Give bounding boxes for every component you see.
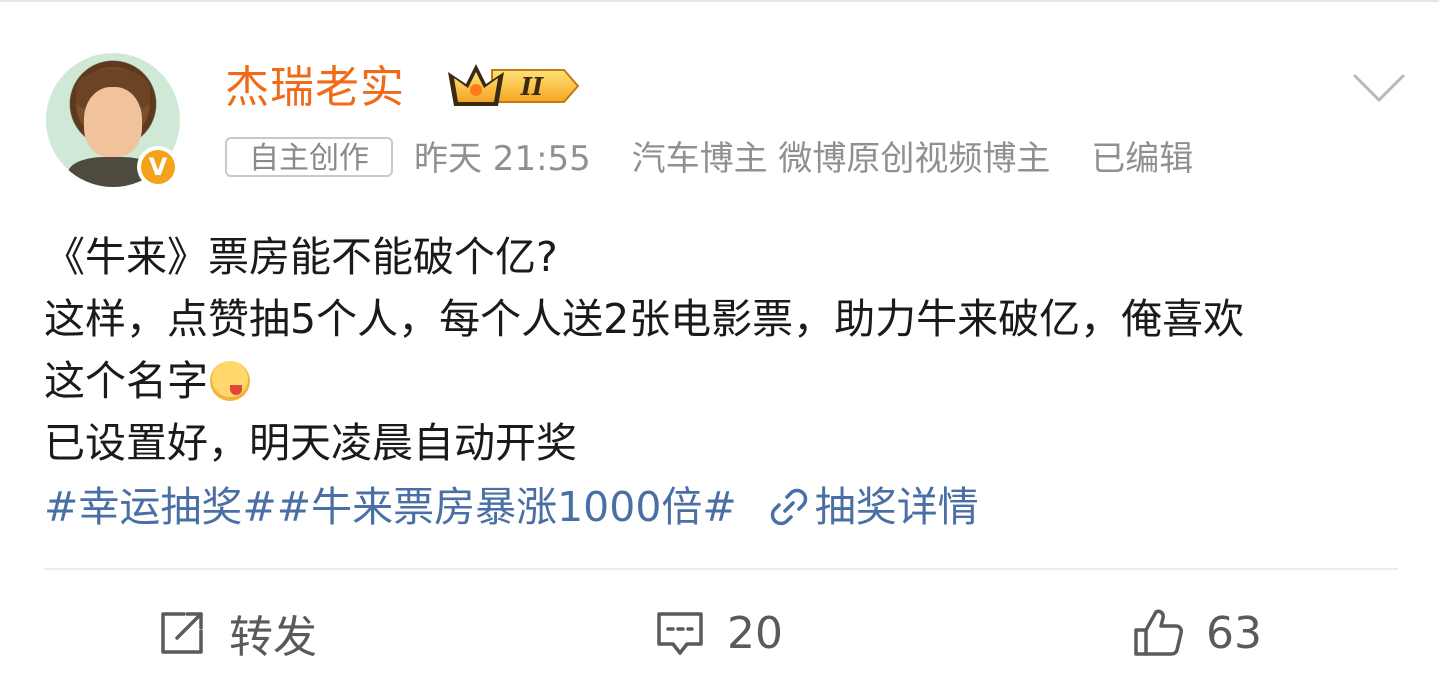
content-line: 这个名字 bbox=[44, 350, 1404, 412]
verified-v-icon: V bbox=[141, 150, 175, 184]
content-line: 已设置好，明天凌晨自动开奖 bbox=[44, 419, 577, 467]
like-button[interactable]: 63 bbox=[1132, 603, 1262, 663]
edited-label[interactable]: 已编辑 bbox=[1091, 139, 1193, 179]
author-name[interactable]: 杰瑞老实 bbox=[225, 58, 405, 118]
original-tag: 自主创作 bbox=[225, 137, 393, 177]
content-text: 这个名字 bbox=[44, 357, 208, 405]
chevron-down-icon[interactable] bbox=[1352, 70, 1406, 106]
level-badge-text: II bbox=[520, 72, 544, 101]
emoji-yum-icon bbox=[210, 361, 250, 401]
content-line: 《牛来》票房能不能破个亿? bbox=[44, 233, 558, 281]
repost-button[interactable]: 转发 bbox=[155, 603, 317, 663]
post-meta: 昨天 21:55 汽车博主 微博原创视频博主 已编辑 bbox=[414, 134, 1193, 184]
content-line: 这样，点赞抽5个人，每个人送2张电影票，助力牛来破亿，俺喜欢 bbox=[44, 295, 1245, 343]
lottery-details-link[interactable]: 抽奖详情 bbox=[815, 483, 979, 531]
repost-icon bbox=[161, 612, 203, 654]
top-divider bbox=[0, 0, 1439, 2]
topic-links: #幸运抽奖##牛来票房暴涨1000倍# 抽奖详情 bbox=[44, 476, 979, 538]
like-icon bbox=[1134, 609, 1183, 656]
comment-icon bbox=[657, 612, 703, 655]
comment-button[interactable]: 20 bbox=[653, 603, 783, 663]
comment-count: 20 bbox=[727, 607, 783, 659]
crown-badge-icon[interactable]: II bbox=[444, 60, 580, 112]
link-icon bbox=[770, 488, 807, 526]
topic-link[interactable]: #幸运抽奖# bbox=[44, 483, 277, 531]
avatar-face bbox=[84, 87, 142, 157]
post-time: 昨天 21:55 bbox=[414, 139, 591, 179]
like-count: 63 bbox=[1206, 607, 1262, 659]
action-divider bbox=[44, 568, 1398, 570]
verified-badge: V bbox=[137, 146, 179, 188]
topic-link[interactable]: #牛来票房暴涨1000倍# bbox=[277, 483, 737, 531]
post-content: 《牛来》票房能不能破个亿? 这样，点赞抽5个人，每个人送2张电影票，助力牛来破亿… bbox=[44, 226, 1404, 474]
author-role: 汽车博主 微博原创视频博主 bbox=[631, 139, 1051, 179]
repost-label: 转发 bbox=[229, 612, 317, 663]
